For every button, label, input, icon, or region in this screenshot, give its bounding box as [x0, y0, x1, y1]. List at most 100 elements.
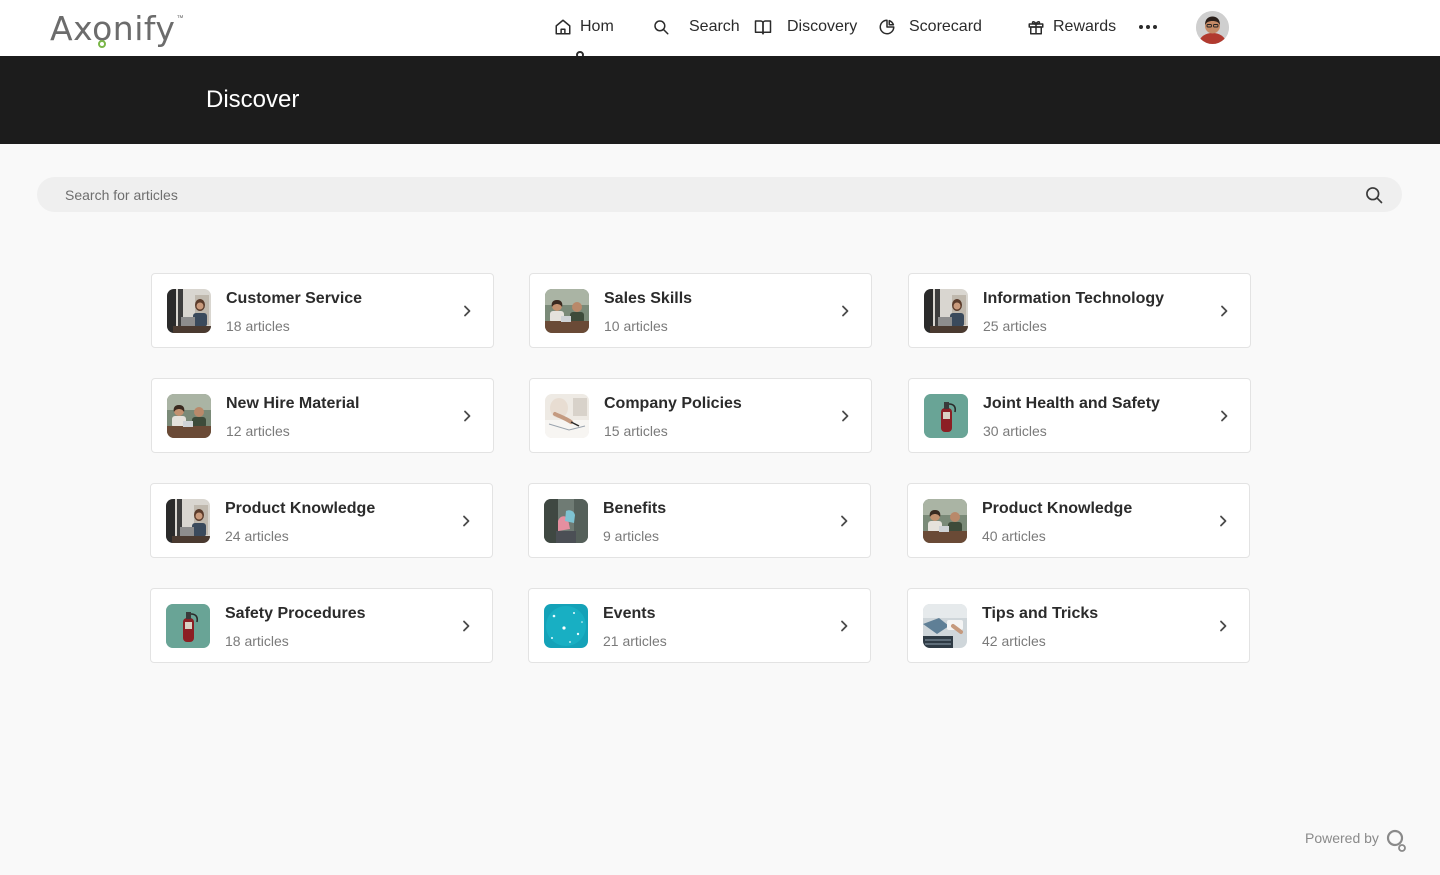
book-open-icon — [754, 20, 772, 35]
extinguisher-photo — [924, 394, 968, 438]
office-photo — [167, 289, 211, 333]
pie-chart-icon — [879, 19, 895, 35]
chevron-right-icon — [464, 410, 471, 422]
chevron-right-icon — [842, 410, 849, 422]
home-icon — [555, 19, 571, 35]
sparkle-photo — [544, 604, 588, 648]
category-card-customer-service[interactable]: Customer Service 18 articles — [151, 273, 494, 348]
article-search-bar — [37, 177, 1402, 212]
logo-wordmark: Axonify — [50, 9, 176, 48]
category-card-company-policies[interactable]: Company Policies 15 articles — [529, 378, 872, 453]
nav-discovery-label: Discovery — [787, 18, 858, 35]
category-card-tips-and-tricks[interactable]: Tips and Tricks 42 articles — [907, 588, 1250, 663]
logo-green-dot — [98, 40, 106, 48]
chevron-right-icon — [1221, 410, 1228, 422]
category-article-count: 18 articles — [225, 633, 289, 649]
category-card-benefits[interactable]: Benefits 9 articles — [528, 483, 871, 558]
shoes-photo — [544, 499, 588, 543]
category-thumbnail — [545, 289, 589, 333]
category-thumbnail — [166, 604, 210, 648]
category-article-count: 21 articles — [603, 633, 667, 649]
page-header-banner: Discover — [0, 56, 1440, 144]
chevron-right-icon — [841, 620, 848, 632]
chevron-right-icon — [841, 515, 848, 527]
search-icon — [654, 20, 669, 35]
category-thumbnail — [167, 289, 211, 333]
category-card-product-knowledge-2[interactable]: Product Knowledge 40 articles — [907, 483, 1250, 558]
chevron-right-icon — [463, 515, 470, 527]
category-card-new-hire-material[interactable]: New Hire Material 12 articles — [151, 378, 494, 453]
category-card-sales-skills[interactable]: Sales Skills 10 articles — [529, 273, 872, 348]
axonify-mark-icon — [1386, 829, 1406, 852]
category-title: Product Knowledge — [982, 500, 1133, 517]
user-photo-icon — [1196, 11, 1229, 44]
nav-search[interactable]: Search — [652, 0, 740, 54]
category-card-safety-procedures[interactable]: Safety Procedures 18 articles — [150, 588, 493, 663]
category-thumbnail — [923, 604, 967, 648]
nav-scorecard-label: Scorecard — [909, 18, 982, 35]
desk-photo — [923, 604, 967, 648]
category-article-count: 30 articles — [983, 423, 1047, 439]
category-article-count: 40 articles — [982, 528, 1046, 544]
nav-scorecard[interactable]: Scorecard — [878, 0, 986, 54]
search-icon[interactable] — [1364, 185, 1384, 205]
office-photo — [166, 499, 210, 543]
category-title: Company Policies — [604, 395, 742, 412]
category-title: Benefits — [603, 500, 667, 517]
category-thumbnail — [544, 499, 588, 543]
meeting-photo — [545, 289, 589, 333]
nav-home[interactable]: Hom — [554, 0, 624, 54]
axonify-logo[interactable]: Axonify ™ — [50, 9, 183, 49]
category-title: Tips and Tricks — [982, 605, 1099, 622]
chevron-right-icon — [463, 620, 470, 632]
category-thumbnail — [924, 394, 968, 438]
category-title: Product Knowledge — [225, 500, 376, 517]
nav-rewards[interactable]: Rewards — [1027, 0, 1119, 54]
category-title: Events — [603, 605, 656, 622]
more-dot-icon — [1139, 25, 1143, 29]
meeting-photo — [167, 394, 211, 438]
category-card-product-knowledge[interactable]: Product Knowledge 24 articles — [150, 483, 493, 558]
category-thumbnail — [166, 499, 210, 543]
category-thumbnail — [924, 289, 968, 333]
nav-home-label: Hom — [580, 18, 614, 35]
powered-by-label: Powered by — [1305, 830, 1379, 846]
gift-icon — [1028, 21, 1044, 35]
category-thumbnail — [545, 394, 589, 438]
category-thumbnail — [544, 604, 588, 648]
category-article-count: 24 articles — [225, 528, 289, 544]
logo-trademark: ™ — [176, 15, 184, 22]
category-title: Customer Service — [226, 290, 363, 307]
category-card-information-technology[interactable]: Information Technology 25 articles — [908, 273, 1251, 348]
category-title: New Hire Material — [226, 395, 360, 412]
chevron-right-icon — [842, 305, 849, 317]
category-article-count: 18 articles — [226, 318, 290, 334]
category-article-count: 9 articles — [603, 528, 660, 544]
category-title: Safety Procedures — [225, 605, 366, 622]
category-card-joint-health-and-safety[interactable]: Joint Health and Safety 30 articles — [908, 378, 1251, 453]
nav-search-label: Search — [689, 18, 740, 35]
more-dot-icon — [1153, 25, 1157, 29]
category-article-count: 42 articles — [982, 633, 1046, 649]
category-title: Sales Skills — [604, 290, 693, 307]
chevron-right-icon — [464, 305, 471, 317]
meeting-photo — [923, 499, 967, 543]
extinguisher-photo — [166, 604, 210, 648]
category-card-events[interactable]: Events 21 articles — [528, 588, 871, 663]
chevron-right-icon — [1220, 620, 1227, 632]
search-input[interactable] — [37, 177, 1402, 212]
more-dot-icon — [1146, 25, 1150, 29]
category-article-count: 12 articles — [226, 423, 290, 439]
category-title: Information Technology — [983, 290, 1165, 307]
more-menu-button[interactable] — [1136, 16, 1160, 38]
chevron-right-icon — [1221, 305, 1228, 317]
category-thumbnail — [167, 394, 211, 438]
category-article-count: 25 articles — [983, 318, 1047, 334]
nav-rewards-label: Rewards — [1053, 18, 1117, 35]
user-avatar[interactable] — [1196, 11, 1229, 44]
category-title: Joint Health and Safety — [983, 395, 1160, 412]
top-navigation-bar: Axonify ™ Hom Search Discovery Scorecard… — [0, 0, 1440, 59]
nav-discovery[interactable]: Discovery — [754, 0, 862, 54]
category-article-count: 15 articles — [604, 423, 668, 439]
category-article-count: 10 articles — [604, 318, 668, 334]
